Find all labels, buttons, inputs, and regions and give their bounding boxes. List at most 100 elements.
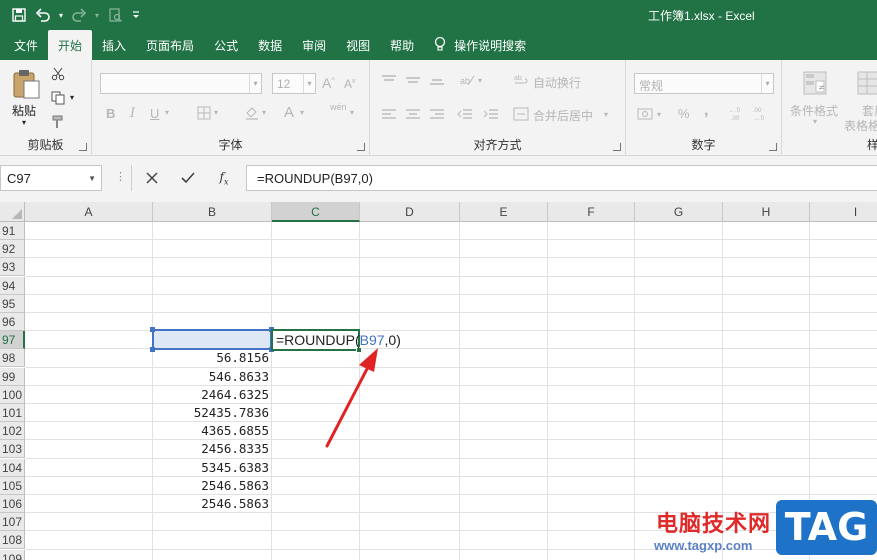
row-header[interactable]: 104	[0, 458, 25, 477]
row-header[interactable]: 105	[0, 476, 25, 495]
row-header[interactable]: 101	[0, 404, 25, 422]
row-header[interactable]: 106	[0, 495, 25, 513]
borders-icon[interactable]	[196, 105, 212, 121]
in-cell-formula[interactable]: =ROUNDUP(B97,0)	[276, 330, 401, 350]
row-header[interactable]: 103	[0, 440, 25, 459]
tab-data[interactable]: 数据	[248, 30, 292, 60]
column-header-a[interactable]: A	[25, 202, 153, 222]
underline-button[interactable]: U	[150, 106, 159, 121]
chevron-down-icon[interactable]: ▾	[303, 74, 315, 93]
tab-file[interactable]: 文件	[4, 30, 48, 60]
align-bottom-icon[interactable]	[428, 72, 446, 88]
tab-formulas[interactable]: 公式	[204, 30, 248, 60]
column-header-d[interactable]: D	[360, 202, 460, 222]
cell-b100[interactable]: 2464.6325	[153, 386, 269, 404]
row-header[interactable]: 108	[0, 531, 25, 550]
fill-color-dropdown-icon[interactable]: ▾	[262, 108, 266, 117]
ref-handle[interactable]	[150, 327, 155, 332]
format-as-table-label-2[interactable]: 表格格	[844, 117, 877, 134]
column-header-i[interactable]: I	[810, 202, 877, 222]
formula-input[interactable]: =ROUNDUP(B97,0)	[246, 165, 877, 191]
cell-b98[interactable]: 56.8156	[153, 349, 269, 367]
insert-function-button[interactable]: fx	[212, 167, 236, 189]
row-header[interactable]: 96	[0, 313, 25, 331]
row-header[interactable]: 92	[0, 240, 25, 259]
undo-dropdown-icon[interactable]: ▾	[56, 4, 66, 26]
increase-indent-icon[interactable]	[482, 106, 500, 122]
font-launcher-icon[interactable]	[357, 143, 365, 151]
conditional-format-dropdown-icon[interactable]: ▾	[813, 117, 817, 126]
merge-center-label[interactable]: 合并后居中	[533, 107, 593, 124]
increase-font-icon[interactable]: A^	[322, 75, 335, 91]
row-header[interactable]: 99	[0, 367, 25, 386]
column-header-g[interactable]: G	[635, 202, 723, 222]
font-color-dropdown-icon[interactable]: ▾	[300, 108, 304, 117]
decrease-indent-icon[interactable]	[456, 106, 474, 122]
align-top-icon[interactable]	[380, 72, 398, 88]
name-box[interactable]: C97 ▼	[0, 165, 102, 191]
row-header[interactable]: 109	[0, 549, 25, 560]
customize-toolbar-icon[interactable]	[128, 4, 144, 26]
orientation-dropdown-icon[interactable]: ▾	[478, 76, 482, 85]
conditional-format-icon[interactable]: ≠	[800, 68, 830, 98]
decrease-decimal-icon[interactable]: .00 →.0	[752, 104, 772, 122]
redo-dropdown-icon[interactable]: ▾	[92, 4, 102, 26]
row-header[interactable]: 102	[0, 422, 25, 441]
ref-handle[interactable]	[150, 347, 155, 352]
borders-dropdown-icon[interactable]: ▾	[214, 108, 218, 117]
print-preview-icon[interactable]	[104, 4, 126, 26]
row-header[interactable]: 93	[0, 258, 25, 277]
merge-center-icon[interactable]	[512, 106, 530, 122]
cell-b101[interactable]: 52435.7836	[153, 404, 269, 422]
tab-insert[interactable]: 插入	[92, 30, 136, 60]
tab-help[interactable]: 帮助	[380, 30, 424, 60]
phonetic-button[interactable]: wén	[330, 102, 347, 112]
bold-button[interactable]: B	[106, 106, 115, 121]
fill-color-icon[interactable]	[244, 105, 260, 121]
wrap-text-icon[interactable]: ab	[512, 72, 530, 88]
percent-style-icon[interactable]: %	[678, 106, 690, 121]
clipboard-launcher-icon[interactable]	[79, 143, 87, 151]
row-header[interactable]: 100	[0, 385, 25, 404]
tab-page-layout[interactable]: 页面布局	[136, 30, 204, 60]
save-icon[interactable]	[8, 4, 30, 26]
increase-decimal-icon[interactable]: ←.0.00	[728, 104, 748, 122]
accounting-format-icon[interactable]	[636, 106, 654, 122]
comma-style-icon[interactable]: ,	[704, 102, 708, 120]
align-left-icon[interactable]	[380, 106, 398, 122]
row-header[interactable]: 98	[0, 349, 25, 368]
format-painter-icon[interactable]	[50, 114, 66, 130]
orientation-icon[interactable]: ab	[458, 72, 476, 88]
chevron-down-icon[interactable]: ▾	[761, 74, 773, 93]
font-size-combo[interactable]: 12 ▾	[272, 73, 316, 94]
paste-icon[interactable]	[10, 68, 42, 100]
select-all-button[interactable]	[0, 202, 25, 222]
tab-review[interactable]: 审阅	[292, 30, 336, 60]
tab-home[interactable]: 开始	[48, 30, 93, 60]
format-as-table-icon[interactable]	[854, 68, 877, 98]
accounting-dropdown-icon[interactable]: ▾	[657, 110, 661, 119]
copy-dropdown-icon[interactable]: ▾	[70, 93, 74, 102]
cell-b99[interactable]: 546.8633	[153, 368, 269, 386]
merge-center-dropdown-icon[interactable]: ▾	[604, 110, 608, 119]
chevron-down-icon[interactable]: ▼	[88, 174, 96, 183]
column-header-h[interactable]: H	[723, 202, 810, 222]
row-header[interactable]: 97	[0, 331, 25, 350]
undo-icon[interactable]	[32, 4, 54, 26]
chevron-down-icon[interactable]: ▾	[249, 74, 261, 93]
align-center-icon[interactable]	[404, 106, 422, 122]
number-format-combo[interactable]: 常规 ▾	[634, 73, 774, 94]
align-middle-icon[interactable]	[404, 72, 422, 88]
row-header[interactable]: 107	[0, 513, 25, 532]
cell-b104[interactable]: 5345.6383	[153, 459, 269, 477]
tab-view[interactable]: 视图	[336, 30, 380, 60]
row-header[interactable]: 95	[0, 294, 25, 313]
font-color-button[interactable]: A	[284, 104, 294, 121]
alignment-launcher-icon[interactable]	[613, 143, 621, 151]
cancel-entry-button[interactable]	[140, 167, 164, 189]
copy-icon[interactable]	[50, 90, 66, 106]
formula-bar-resize-handle[interactable]: ⋮	[115, 170, 126, 183]
cell-b103[interactable]: 2456.8335	[153, 440, 269, 458]
column-header-b[interactable]: B	[153, 202, 272, 222]
decrease-font-icon[interactable]: Av	[344, 77, 356, 91]
